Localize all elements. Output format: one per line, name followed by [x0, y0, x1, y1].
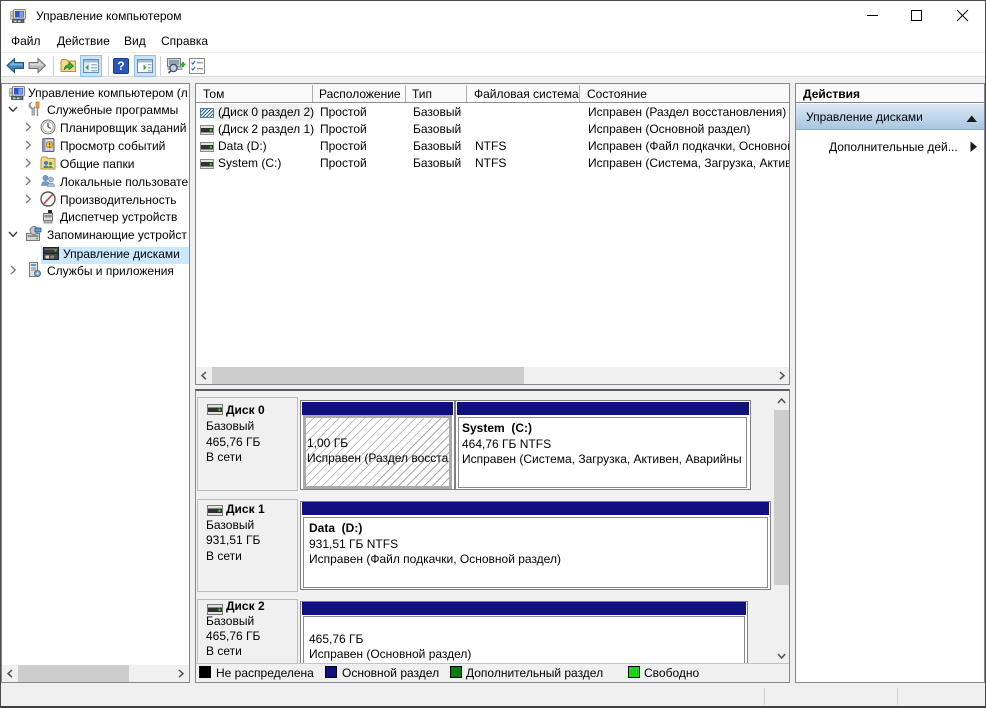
- svg-text:?: ?: [117, 59, 124, 73]
